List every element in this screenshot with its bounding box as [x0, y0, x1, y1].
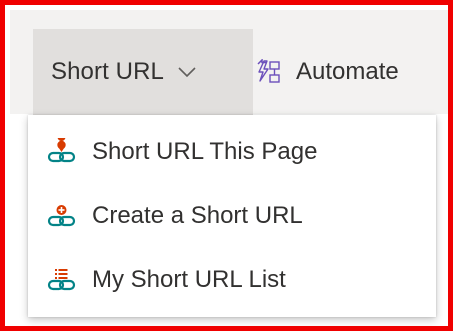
highlight-frame: Short URL Automate Short URL This Page C… — [0, 0, 453, 331]
link-plus-icon — [47, 205, 76, 227]
short-url-menu-label: Short URL — [51, 58, 164, 85]
short-url-menu-button[interactable]: Short URL — [33, 29, 253, 115]
automate-label: Automate — [296, 58, 399, 85]
menu-item-label: Short URL This Page — [92, 138, 318, 165]
automate-button[interactable]: Automate — [254, 29, 399, 115]
menu-item-short-url-this-page[interactable]: Short URL This Page — [28, 120, 436, 184]
short-url-dropdown-menu: Short URL This Page Create a Short URL M… — [28, 115, 436, 317]
flow-icon — [257, 59, 280, 83]
link-pin-icon — [47, 138, 76, 163]
menu-item-create-short-url[interactable]: Create a Short URL — [28, 184, 436, 248]
menu-item-label: My Short URL List — [92, 266, 286, 293]
menu-item-my-short-url-list[interactable]: My Short URL List — [28, 248, 436, 312]
chevron-down-icon — [178, 67, 196, 78]
menu-item-label: Create a Short URL — [92, 202, 303, 229]
link-list-icon — [47, 269, 76, 291]
command-bar: Short URL Automate — [10, 10, 448, 115]
